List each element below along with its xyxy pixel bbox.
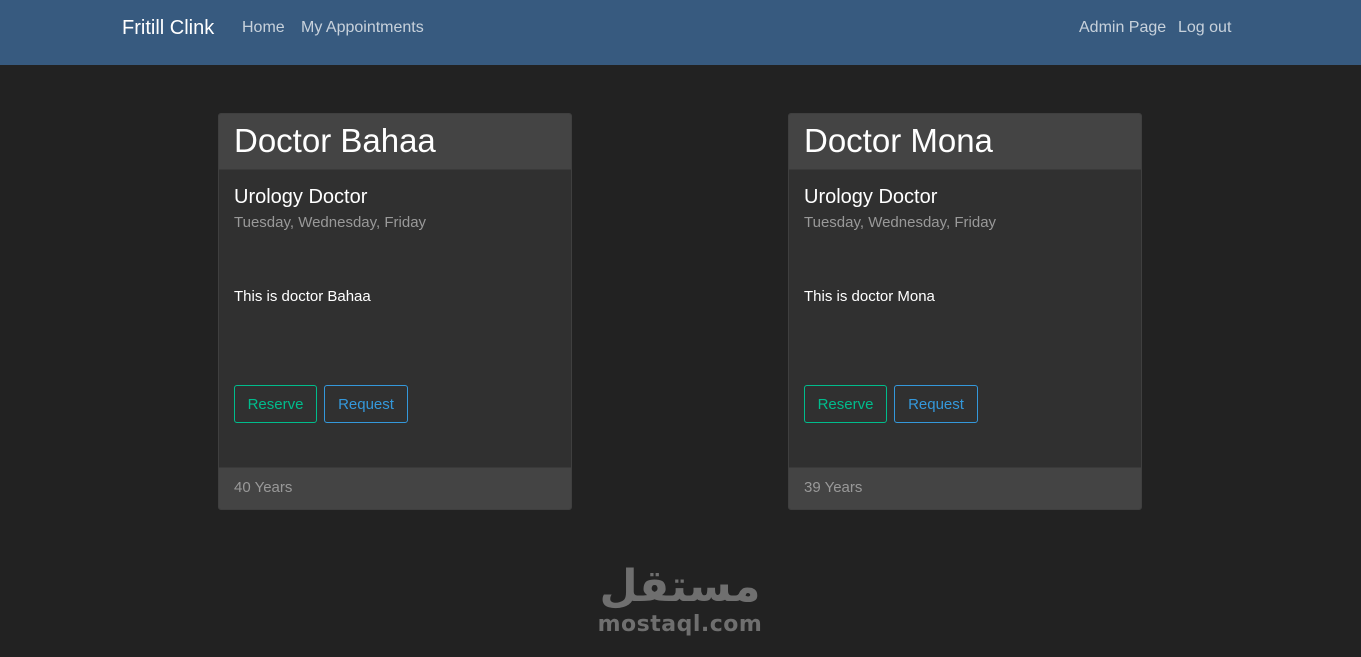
doctor-description: This is doctor Bahaa <box>234 288 371 305</box>
reserve-button[interactable]: Reserve <box>234 385 317 423</box>
doctor-card: Doctor Mona Urology Doctor Tuesday, Wedn… <box>788 113 1142 510</box>
nav-home-link[interactable]: Home <box>242 19 285 37</box>
doctor-days: Tuesday, Wednesday, Friday <box>804 214 997 231</box>
doctor-description: This is doctor Mona <box>804 288 935 305</box>
request-button[interactable]: Request <box>894 385 978 423</box>
watermark-arabic-logo: مستقل <box>599 561 761 612</box>
doctor-age: 39 Years <box>804 479 863 496</box>
doctor-name: Doctor Mona <box>804 122 993 159</box>
nav-admin-page-link[interactable]: Admin Page <box>1079 19 1166 37</box>
reserve-button[interactable]: Reserve <box>804 385 887 423</box>
nav-my-appointments-link[interactable]: My Appointments <box>301 19 424 37</box>
nav-logout-link[interactable]: Log out <box>1178 19 1231 37</box>
doctor-specialty: Urology Doctor <box>804 186 938 208</box>
doctor-card: Doctor Bahaa Urology Doctor Tuesday, Wed… <box>218 113 572 510</box>
doctor-specialty: Urology Doctor <box>234 186 368 208</box>
card-footer: 39 Years <box>789 467 1141 509</box>
doctor-name: Doctor Bahaa <box>234 122 436 159</box>
watermark-latin-text: mostaql.com <box>597 612 763 637</box>
card-header: Doctor Bahaa <box>219 114 571 170</box>
top-navbar: Fritill Clink Home My Appointments Admin… <box>0 0 1361 65</box>
request-button[interactable]: Request <box>324 385 408 423</box>
card-header: Doctor Mona <box>789 114 1141 170</box>
mostaql-watermark: مستقل mostaql.com <box>590 562 770 652</box>
doctor-age: 40 Years <box>234 479 293 496</box>
brand-link[interactable]: Fritill Clink <box>122 17 214 40</box>
doctor-days: Tuesday, Wednesday, Friday <box>234 214 427 231</box>
card-footer: 40 Years <box>219 467 571 509</box>
